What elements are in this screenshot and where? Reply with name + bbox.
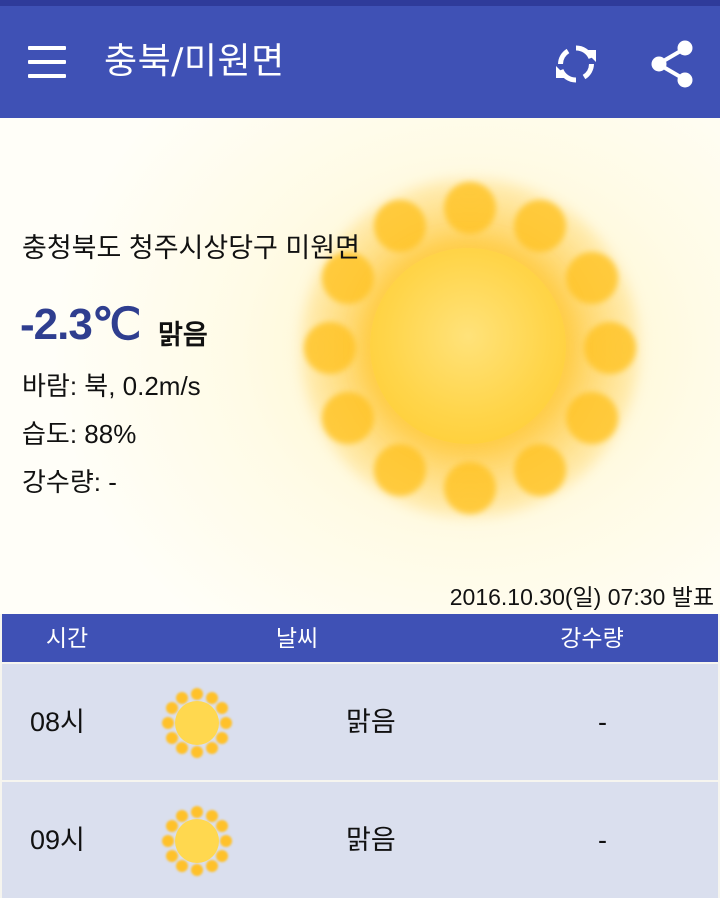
forecast-table-header: 시간 날씨 강수량 [2, 614, 718, 662]
row-condition: 맑음 [346, 707, 396, 737]
app-title: 충북/미원면 [104, 41, 285, 82]
header-precipitation: 강수량 [560, 626, 624, 652]
humidity-info: 습도: 88% [22, 419, 137, 449]
header-time: 시간 [45, 626, 89, 652]
table-row[interactable]: 09시 맑음 - [2, 782, 718, 898]
refresh-icon[interactable] [548, 36, 604, 92]
row-condition: 맑음 [346, 825, 396, 855]
hamburger-menu-icon[interactable] [22, 40, 72, 84]
sun-icon [162, 688, 232, 758]
header-weather: 날씨 [275, 626, 319, 652]
wind-info: 바람: 북, 0.2m/s [22, 371, 201, 401]
row-precipitation: - [598, 707, 607, 737]
condition-label: 맑음 [158, 320, 208, 351]
sun-icon [162, 806, 232, 876]
row-precipitation: - [598, 825, 607, 855]
table-row[interactable]: 08시 맑음 - [2, 664, 718, 780]
published-time: 2016.10.30(일) 07:30 발표 [449, 584, 714, 610]
row-time: 09시 [30, 825, 85, 855]
share-icon[interactable] [644, 36, 700, 92]
location-label: 충청북도 청주시상당구 미원면 [22, 233, 360, 263]
row-time: 08시 [30, 707, 85, 737]
precipitation-info: 강수량: - [22, 467, 117, 497]
app-bar: 충북/미원면 [0, 6, 720, 118]
current-weather-panel: 충청북도 청주시상당구 미원면 -2.3℃ 맑음 바람: 북, 0.2m/s 습… [0, 118, 720, 614]
sun-core [370, 248, 566, 444]
temperature-value: -2.3℃ [20, 300, 141, 349]
